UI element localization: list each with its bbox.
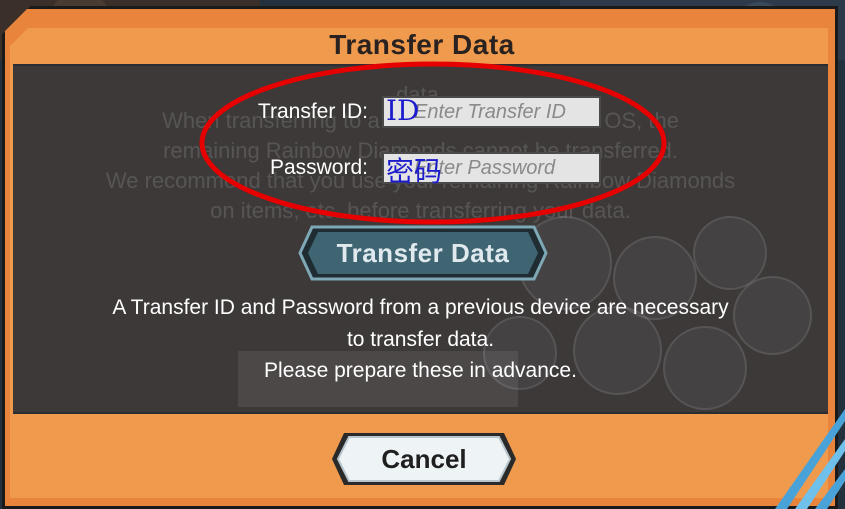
password-box: 密码 [382, 152, 601, 188]
transfer-id-row: Transfer ID: ID [218, 94, 601, 128]
dialog-title: Transfer Data [329, 29, 515, 60]
transfer-id-label: Transfer ID: [257, 100, 368, 123]
info-text-line: A Transfer ID and Password from a previo… [112, 296, 729, 319]
transfer-id-box: ID [382, 94, 601, 128]
password-input[interactable] [384, 154, 599, 182]
password-row: Password: 密码 [218, 152, 601, 188]
transfer-id-input[interactable] [384, 98, 599, 126]
transfer-data-button[interactable]: Transfer Data [298, 224, 548, 282]
transfer-data-label: Transfer Data [336, 237, 510, 268]
dialog-title-bar: Transfer Data [12, 26, 832, 64]
cancel-label: Cancel [381, 443, 467, 474]
info-text-line: Please prepare these in advance. [264, 359, 577, 382]
background-text-line: on items, etc. before transferring your … [210, 198, 631, 223]
cancel-button[interactable]: Cancel [330, 430, 518, 488]
info-text-line: to transfer data. [346, 328, 495, 351]
password-label: Password: [269, 156, 368, 179]
